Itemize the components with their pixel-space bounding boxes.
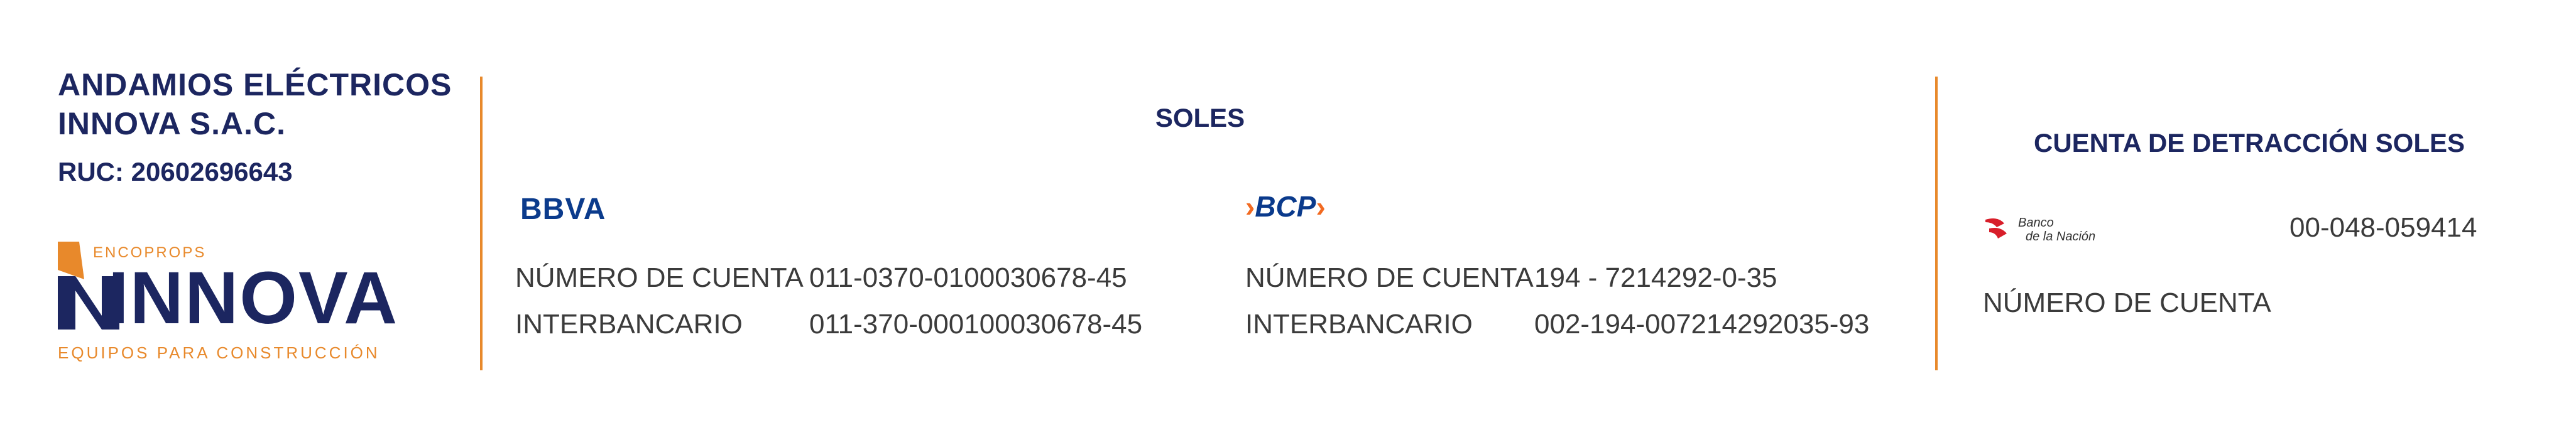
company-name: ANDAMIOS ELÉCTRICOS INNOVA S.A.C. [58,65,460,143]
bcp-logo: ›BCP› [1245,190,1326,225]
bbva-interbank-value: 011-370-000100030678-45 [809,309,1143,340]
bcp-interbank-value: 002-194-007214292035-93 [1534,309,1870,340]
soles-title: SOLES [1155,103,1245,132]
company-ruc: RUC: 20602696643 [58,157,293,186]
innova-logo: ENCOPROPS INNOVA EQUIPOS PARA CONSTRUCCI… [58,242,397,364]
banco-nacion-icon [1985,218,2007,239]
banco-nacion-line2: de la Nación [2026,230,2096,244]
divider-left [480,77,483,370]
bcp-account-label: NÚMERO DE CUENTA [1245,262,1534,293]
bcp-logo-text: BCP [1255,190,1316,223]
bbva-logo: BBVA [520,192,606,227]
banco-nacion-line1: Banco [2018,216,2054,230]
divider-right [1935,77,1938,370]
bbva-interbank-label: INTERBANCARIO [515,309,743,340]
bbva-account-label: NÚMERO DE CUENTA [515,262,804,293]
bbva-account-value: 011-0370-0100030678-45 [809,262,1127,293]
banco-nacion-logo: Banco de la Nación [1983,212,2109,250]
detraccion-title: CUENTA DE DETRACCIÓN SOLES [2033,128,2465,158]
logo-brand: INNOVA [108,257,399,340]
bbva-logo-text: BBVA [520,193,606,226]
bcp-arrow-icon-right: › [1316,190,1326,223]
detraccion-account-value: 00-048-059414 [2289,212,2477,243]
bcp-interbank-label: INTERBANCARIO [1245,309,1473,340]
company-name-line2: INNOVA S.A.C. [58,106,287,141]
logo-tagline: EQUIPOS PARA CONSTRUCCIÓN [58,343,380,362]
bcp-account-value: 194 - 7214292-0-35 [1534,262,1777,293]
company-name-line1: ANDAMIOS ELÉCTRICOS [58,67,452,102]
bcp-arrow-icon: › [1245,190,1255,223]
detraccion-account-label: NÚMERO DE CUENTA [1983,287,2271,318]
